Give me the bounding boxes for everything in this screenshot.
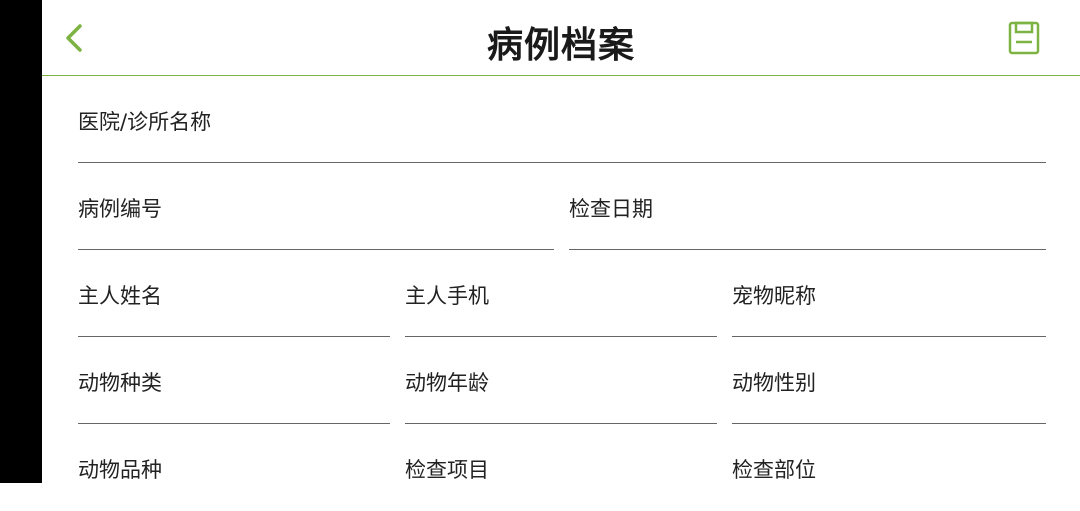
left-edge-bar — [0, 0, 42, 483]
form-row-3: 主人姓名 主人手机 宠物昵称 — [78, 250, 1046, 337]
animal-type-field[interactable]: 动物种类 — [78, 337, 390, 424]
animal-age-field[interactable]: 动物年龄 — [405, 337, 717, 424]
exam-date-label: 检查日期 — [569, 197, 653, 221]
save-icon — [1008, 21, 1040, 55]
animal-age-label: 动物年龄 — [405, 371, 489, 395]
exam-area-field[interactable]: 检查部位 — [732, 424, 1046, 511]
animal-sex-field[interactable]: 动物性别 — [732, 337, 1046, 424]
save-button[interactable] — [1006, 20, 1042, 56]
owner-name-field[interactable]: 主人姓名 — [78, 250, 390, 337]
animal-breed-field[interactable]: 动物品种 — [78, 424, 390, 511]
owner-phone-field[interactable]: 主人手机 — [405, 250, 717, 337]
owner-phone-label: 主人手机 — [405, 284, 489, 308]
app-header: 病例档案 — [42, 0, 1080, 76]
pet-nickname-label: 宠物昵称 — [732, 284, 816, 308]
pet-nickname-field[interactable]: 宠物昵称 — [732, 250, 1046, 337]
hospital-name-field[interactable]: 医院/诊所名称 — [78, 76, 1046, 163]
owner-name-label: 主人姓名 — [78, 284, 162, 308]
exam-area-label: 检查部位 — [732, 458, 816, 482]
case-number-label: 病例编号 — [78, 197, 162, 221]
case-record-form: 医院/诊所名称 病例编号 检查日期 主人姓名 主人手机 宠物昵称 动物种类 动物… — [42, 76, 1080, 483]
exam-date-field[interactable]: 检查日期 — [569, 163, 1046, 250]
animal-type-label: 动物种类 — [78, 371, 162, 395]
exam-item-field[interactable]: 检查项目 — [405, 424, 717, 511]
hospital-name-label: 医院/诊所名称 — [78, 110, 212, 134]
animal-breed-label: 动物品种 — [78, 458, 162, 482]
page-title: 病例档案 — [486, 25, 635, 66]
exam-item-label: 检查项目 — [405, 458, 489, 482]
form-row-2: 病例编号 检查日期 — [78, 163, 1046, 250]
case-number-field[interactable]: 病例编号 — [78, 163, 554, 250]
animal-sex-label: 动物性别 — [732, 371, 816, 395]
form-row-5: 动物品种 检查项目 检查部位 — [78, 424, 1046, 511]
form-row-4: 动物种类 动物年龄 动物性别 — [78, 337, 1046, 424]
form-row-1: 医院/诊所名称 — [78, 76, 1046, 163]
